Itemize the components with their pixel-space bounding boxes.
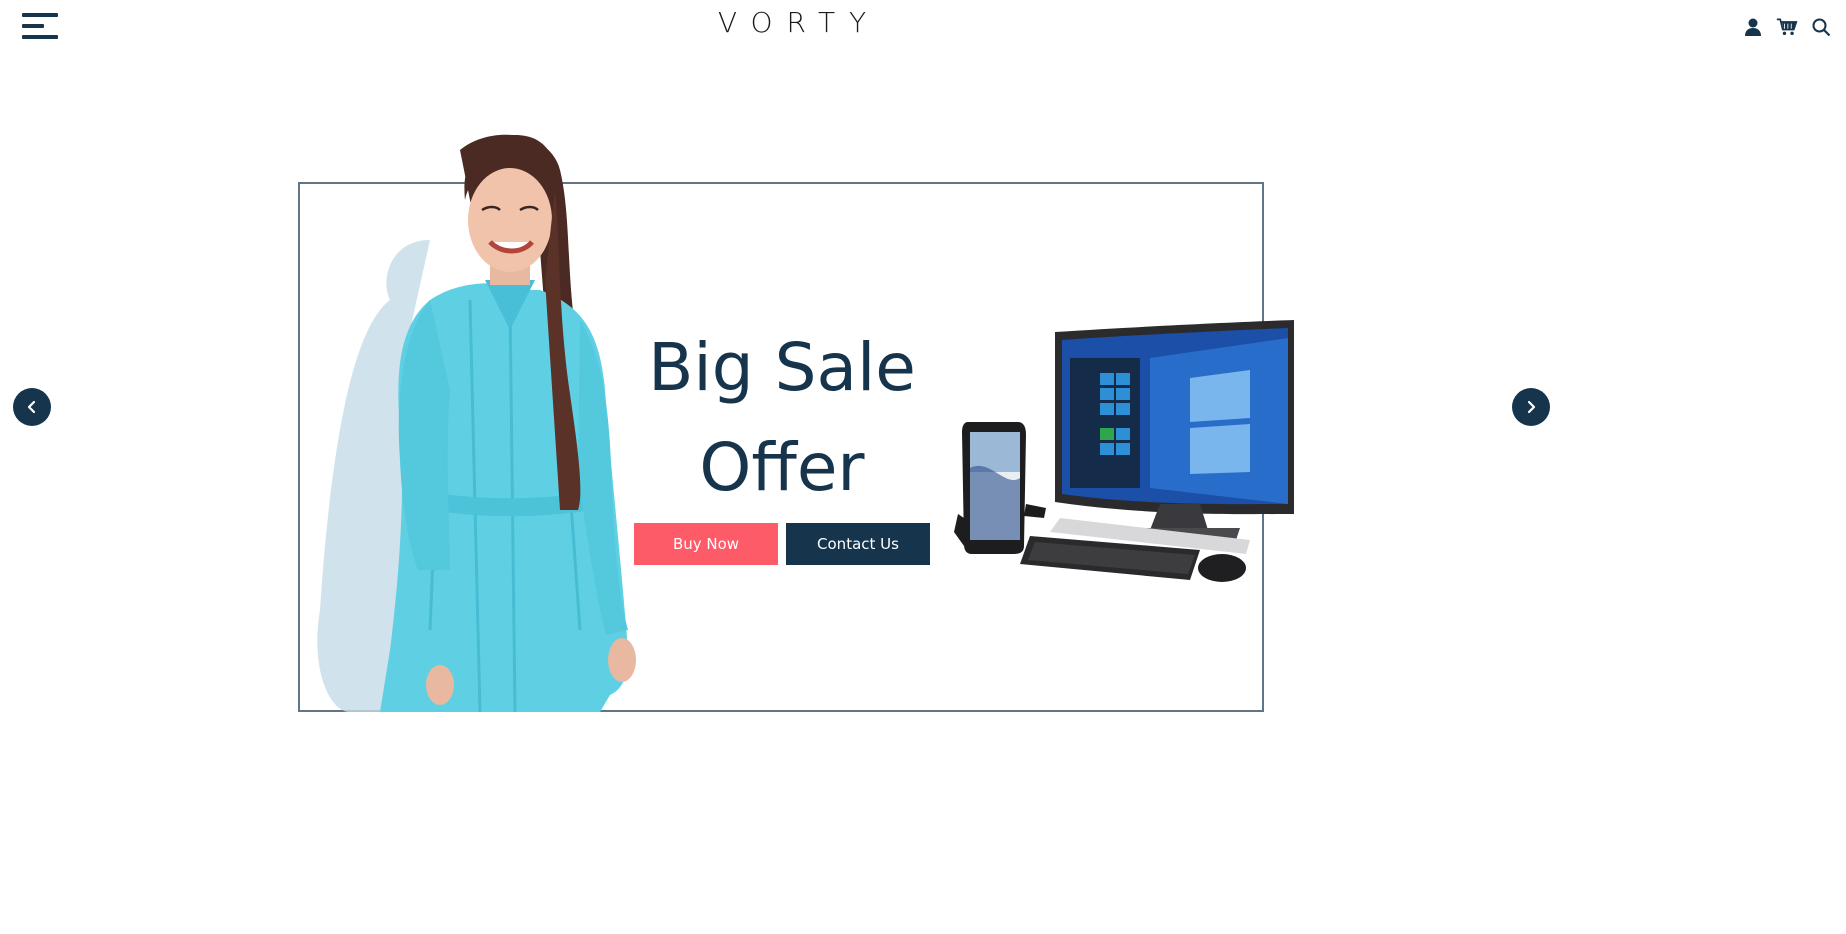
site-header: VORTY <box>0 0 1846 60</box>
headline-line-2: Offer <box>699 429 865 506</box>
model-woman-image <box>317 134 636 712</box>
chevron-left-icon <box>27 400 36 414</box>
devices-image <box>954 320 1294 582</box>
menu-bar <box>22 24 44 28</box>
menu-bar <box>22 13 58 17</box>
menu-bar <box>22 35 58 39</box>
hero-headline: Big Sale Offer <box>620 318 944 518</box>
contact-us-button[interactable]: Contact Us <box>786 523 930 565</box>
user-icon[interactable] <box>1742 16 1764 38</box>
header-actions <box>1742 14 1832 40</box>
menu-icon[interactable] <box>22 13 58 41</box>
buy-now-button[interactable]: Buy Now <box>634 523 778 565</box>
brand-logo[interactable]: VORTY <box>700 6 884 39</box>
slider-prev-button[interactable] <box>13 388 51 426</box>
chevron-right-icon <box>1527 400 1536 414</box>
headline-line-1: Big Sale <box>648 329 916 406</box>
slider-next-button[interactable] <box>1512 388 1550 426</box>
search-icon[interactable] <box>1810 16 1832 38</box>
cart-icon[interactable] <box>1776 16 1798 38</box>
